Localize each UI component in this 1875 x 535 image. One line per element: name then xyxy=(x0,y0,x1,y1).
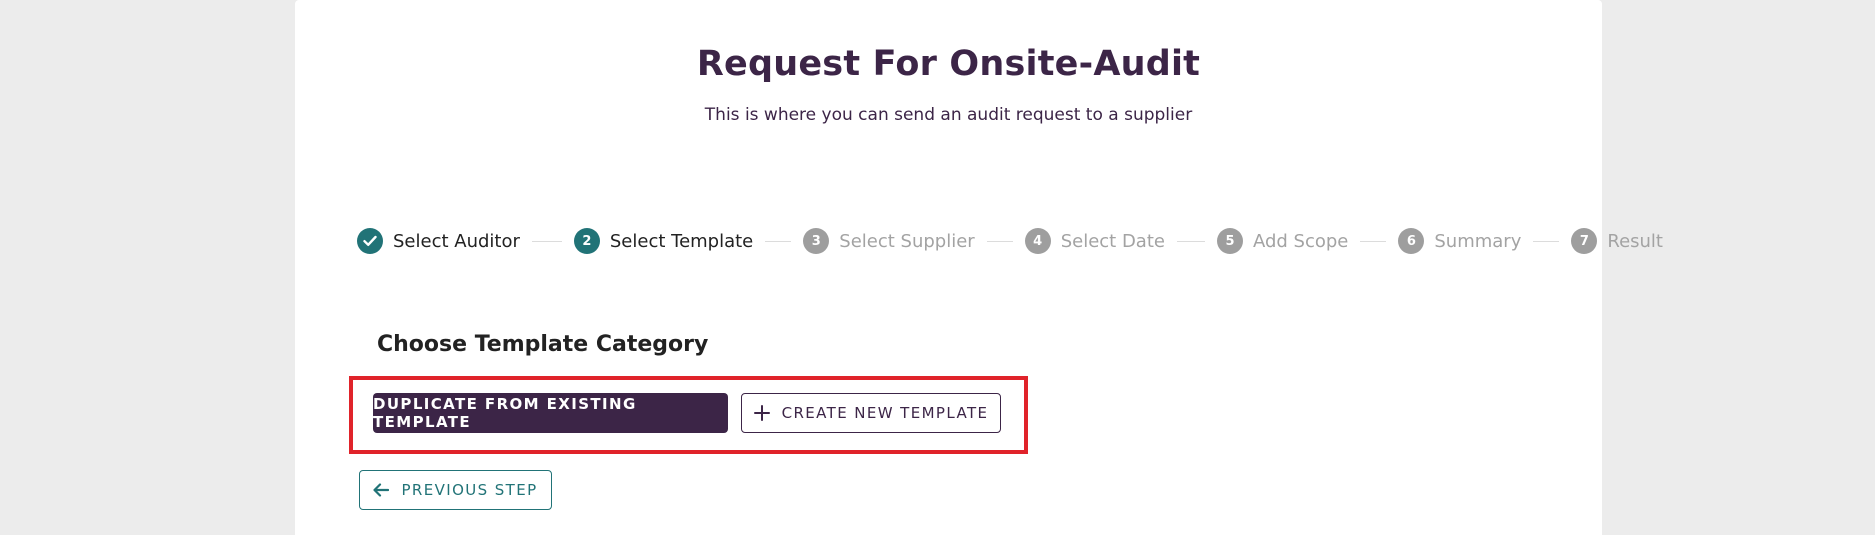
step-number: 4 xyxy=(1024,228,1051,254)
step-label: Select Date xyxy=(1060,230,1165,252)
step-result[interactable]: 7 Result xyxy=(1571,228,1663,254)
step-label: Summary xyxy=(1434,230,1522,252)
step-connector xyxy=(531,240,562,242)
step-label: Select Template xyxy=(609,230,754,252)
step-connector xyxy=(1176,240,1205,242)
step-select-supplier[interactable]: 3 Select Supplier xyxy=(803,228,975,254)
step-label: Select Auditor xyxy=(393,230,520,252)
step-select-date[interactable]: 4 Select Date xyxy=(1024,228,1165,254)
step-connector xyxy=(765,240,792,242)
step-number: 2 xyxy=(573,228,600,254)
step-select-template[interactable]: 2 Select Template xyxy=(573,228,754,254)
page-title: Request For Onsite-Audit xyxy=(696,44,1201,84)
section-title: Choose Template Category xyxy=(377,332,709,357)
step-add-scope[interactable]: 5 Add Scope xyxy=(1216,228,1349,254)
step-summary[interactable]: 6 Summary xyxy=(1398,228,1521,254)
step-label: Add Scope xyxy=(1252,230,1349,252)
step-number: 5 xyxy=(1216,228,1243,254)
step-connector xyxy=(986,240,1013,242)
step-number: 6 xyxy=(1398,228,1425,254)
duplicate-template-button[interactable]: DUPLICATE FROM EXISTING TEMPLATE xyxy=(373,393,728,433)
step-number: 3 xyxy=(803,228,830,254)
step-select-auditor[interactable]: Select Auditor xyxy=(357,228,520,254)
duplicate-template-label: DUPLICATE FROM EXISTING TEMPLATE xyxy=(373,395,637,431)
step-connector xyxy=(1360,240,1387,242)
arrow-left-icon xyxy=(373,483,390,497)
step-label: Select Supplier xyxy=(839,230,975,252)
page-subtitle: This is where you can send an audit requ… xyxy=(704,105,1193,125)
progress-stepper: Select Auditor 2 Select Template 3 Selec… xyxy=(357,227,1663,255)
check-icon xyxy=(357,228,383,254)
step-label: Result xyxy=(1607,230,1663,252)
previous-step-button[interactable]: PREVIOUS STEP xyxy=(359,470,552,510)
step-number: 7 xyxy=(1571,228,1598,254)
main-card: Request For Onsite-Audit This is where y… xyxy=(295,0,1663,535)
plus-icon xyxy=(753,401,770,425)
previous-step-label: PREVIOUS STEP xyxy=(401,481,538,499)
create-template-label: CREATE NEW TEMPLATE xyxy=(781,404,989,422)
create-template-button[interactable]: CREATE NEW TEMPLATE xyxy=(741,393,1001,433)
step-connector xyxy=(1533,240,1560,242)
